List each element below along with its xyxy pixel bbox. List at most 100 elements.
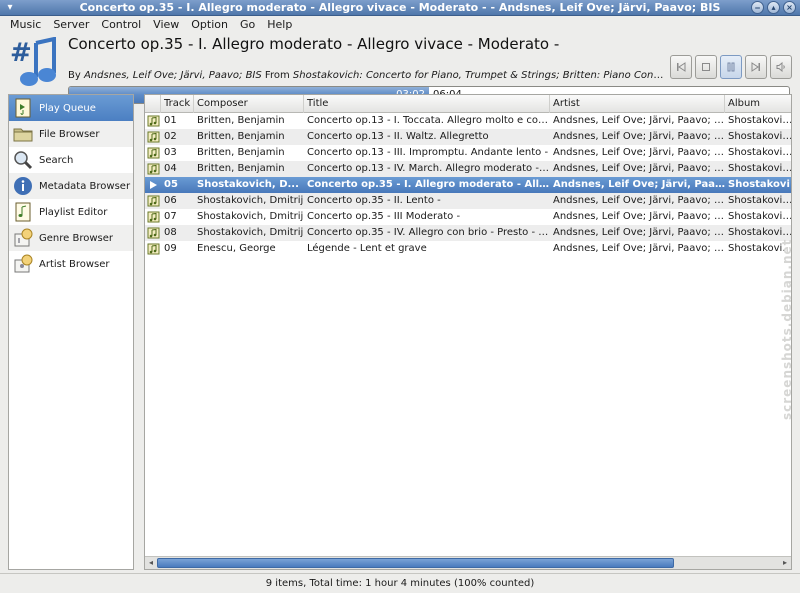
cell-track: 02 [164, 131, 177, 142]
cell-title: Concerto op.35 - II. Lento - [307, 195, 441, 206]
music-note-icon [147, 211, 160, 223]
window-titlebar[interactable]: ▾ Concerto op.35 - I. Allegro moderato -… [0, 0, 800, 16]
sidebar-item-label: Metadata Browser [39, 180, 131, 192]
sidebar-item-label: Play Queue [39, 102, 96, 114]
cell-title: Concerto op.13 - II. Waltz. Allegretto [307, 131, 489, 142]
cell-composer: Shostakovich, Dmitrij [197, 211, 304, 222]
sidebar-item-file-browser[interactable]: File Browser [9, 121, 133, 147]
sidebar-item-artist-browser[interactable]: Artist Browser [9, 251, 133, 277]
sidebar-item-label: Playlist Editor [39, 206, 108, 218]
close-icon[interactable]: × [783, 1, 796, 14]
cell-composer: Shostakovich, Dmitrij [197, 227, 304, 238]
table-row[interactable]: 04 Britten, Benjamin Concerto op.13 - IV. … [145, 161, 791, 177]
song-album: Shostakovich: Concerto for Piano, Trumpe… [292, 70, 668, 81]
playlist-icon [15, 202, 31, 222]
table-row[interactable]: 09 Enescu, George Légende - Lent et grave A… [145, 241, 791, 257]
cell-composer: Shostakovich, Dmitrij [197, 195, 304, 206]
menu-control[interactable]: Control [95, 16, 147, 34]
sidebar-item-label: Artist Browser [39, 258, 110, 270]
cell-artist: Andsnes, Leif Ove; Järvi, Paavo; BIS [553, 163, 725, 174]
maximize-icon[interactable]: ▴ [767, 1, 780, 14]
folder-icon [13, 128, 33, 142]
menu-go[interactable]: Go [234, 16, 261, 34]
window-menu-icon[interactable]: ▾ [4, 2, 16, 14]
table-row[interactable]: 05 Shostakovich, D... Concerto op.35 - I. … [145, 177, 791, 193]
sidebar-item-metadata-browser[interactable]: Metadata Browser [9, 173, 133, 199]
menu-view[interactable]: View [147, 16, 185, 34]
cell-artist: Andsnes, Leif Ove; Järvi, Paavo; BIS [553, 115, 725, 126]
column-header-track[interactable]: Track [161, 95, 194, 113]
sidebar-item-genre-browser[interactable]: Genre Browser [9, 225, 133, 251]
cell-title: Concerto op.13 - I. Toccata. Allegro mol… [307, 115, 550, 126]
cell-album: Shostakovich [728, 147, 792, 158]
stop-button[interactable] [695, 55, 717, 79]
volume-icon [776, 62, 785, 72]
column-header-artist[interactable]: Artist [550, 95, 725, 113]
cell-composer: Britten, Benjamin [197, 131, 285, 142]
sidebar-item-search[interactable]: Search [9, 147, 133, 173]
table-row[interactable]: 07 Shostakovich, Dmitrij Concerto op.35 - … [145, 209, 791, 225]
playback-controls [670, 55, 792, 79]
cell-artist: Andsnes, Leif Ove; Järvi, Paavo; BIS [553, 227, 725, 238]
cell-title: Concerto op.13 - III. Impromptu. Andante… [307, 147, 549, 158]
song-meta: By Andsnes, Leif Ove; Järvi, Paavo; BIS … [68, 70, 668, 81]
sidebar-item-label: Search [39, 154, 74, 166]
menu-music[interactable]: Music [4, 16, 47, 34]
cell-track: 08 [164, 227, 177, 238]
song-artist: Andsnes, Leif Ove; Järvi, Paavo; BIS [83, 70, 262, 81]
cell-composer: Britten, Benjamin [197, 163, 285, 174]
previous-icon [677, 62, 686, 72]
cell-composer: Britten, Benjamin [197, 115, 285, 126]
menu-help[interactable]: Help [261, 16, 298, 34]
table-row[interactable]: 06 Shostakovich, Dmitrij Concerto op.35 - … [145, 193, 791, 209]
sidebar-item-playlist-editor[interactable]: Playlist Editor [9, 199, 133, 225]
column-header-composer[interactable]: Composer [194, 95, 304, 113]
next-icon [751, 62, 760, 72]
window-title: Concerto op.35 - I. Allegro moderato - A… [79, 1, 721, 14]
sidebar-item-play-queue[interactable]: Play Queue [9, 95, 133, 121]
sidebar: Play Queue File Browser Search Metadata … [8, 94, 134, 570]
cell-track: 03 [164, 147, 177, 158]
scroll-left-icon[interactable]: ◂ [145, 557, 157, 569]
minimize-icon[interactable]: ‒ [751, 1, 764, 14]
music-note-icon [147, 131, 160, 143]
stop-icon [702, 63, 710, 71]
menu-option[interactable]: Option [185, 16, 234, 34]
column-header-album[interactable]: Album [725, 95, 791, 113]
table-row[interactable]: 03 Britten, Benjamin Concerto op.13 - III.… [145, 145, 791, 161]
music-note-icon [147, 163, 160, 175]
menu-bar: Music Server Control View Option Go Help [0, 16, 800, 34]
cell-title: Concerto op.13 - IV. March. Allegro mode… [307, 163, 550, 174]
music-note-icon [147, 115, 160, 127]
cell-album: Shostakovich [728, 195, 792, 206]
scrollbar-thumb[interactable] [157, 558, 674, 568]
menu-server[interactable]: Server [47, 16, 95, 34]
cell-title: Concerto op.35 - I. Allegro moderato - A… [307, 179, 550, 190]
table-header: Track Composer Title Artist Album [145, 95, 791, 113]
table-row[interactable]: 01 Britten, Benjamin Concerto op.13 - I. T… [145, 113, 791, 129]
cell-track: 09 [164, 243, 177, 254]
table-row[interactable]: 02 Britten, Benjamin Concerto op.13 - II. … [145, 129, 791, 145]
cell-track: 05 [164, 179, 178, 190]
info-icon [14, 177, 32, 195]
cell-composer: Enescu, George [197, 243, 276, 254]
cell-title: Concerto op.35 - IV. Allegro con brio - … [307, 227, 550, 238]
cell-composer: Britten, Benjamin [197, 147, 285, 158]
cell-artist: Andsnes, Leif Ove; Järvi, Paa... [553, 179, 725, 190]
scroll-right-icon[interactable]: ▸ [779, 557, 791, 569]
play-queue-icon [15, 98, 31, 118]
volume-button[interactable] [770, 55, 792, 79]
pause-button[interactable] [720, 55, 742, 79]
from-label: From [264, 70, 290, 81]
column-header-icon[interactable] [145, 95, 161, 113]
column-header-title[interactable]: Title [304, 95, 550, 113]
table-row[interactable]: 08 Shostakovich, Dmitrij Concerto op.35 - … [145, 225, 791, 241]
sidebar-item-label: Genre Browser [39, 232, 113, 244]
music-note-icon [147, 195, 160, 207]
next-button[interactable] [745, 55, 767, 79]
cell-track: 04 [164, 163, 177, 174]
cell-title: Légende - Lent et grave [307, 243, 427, 254]
previous-button[interactable] [670, 55, 692, 79]
horizontal-scrollbar[interactable]: ◂ ▸ [145, 556, 791, 569]
table-body: 01 Britten, Benjamin Concerto op.13 - I. T… [145, 113, 791, 257]
